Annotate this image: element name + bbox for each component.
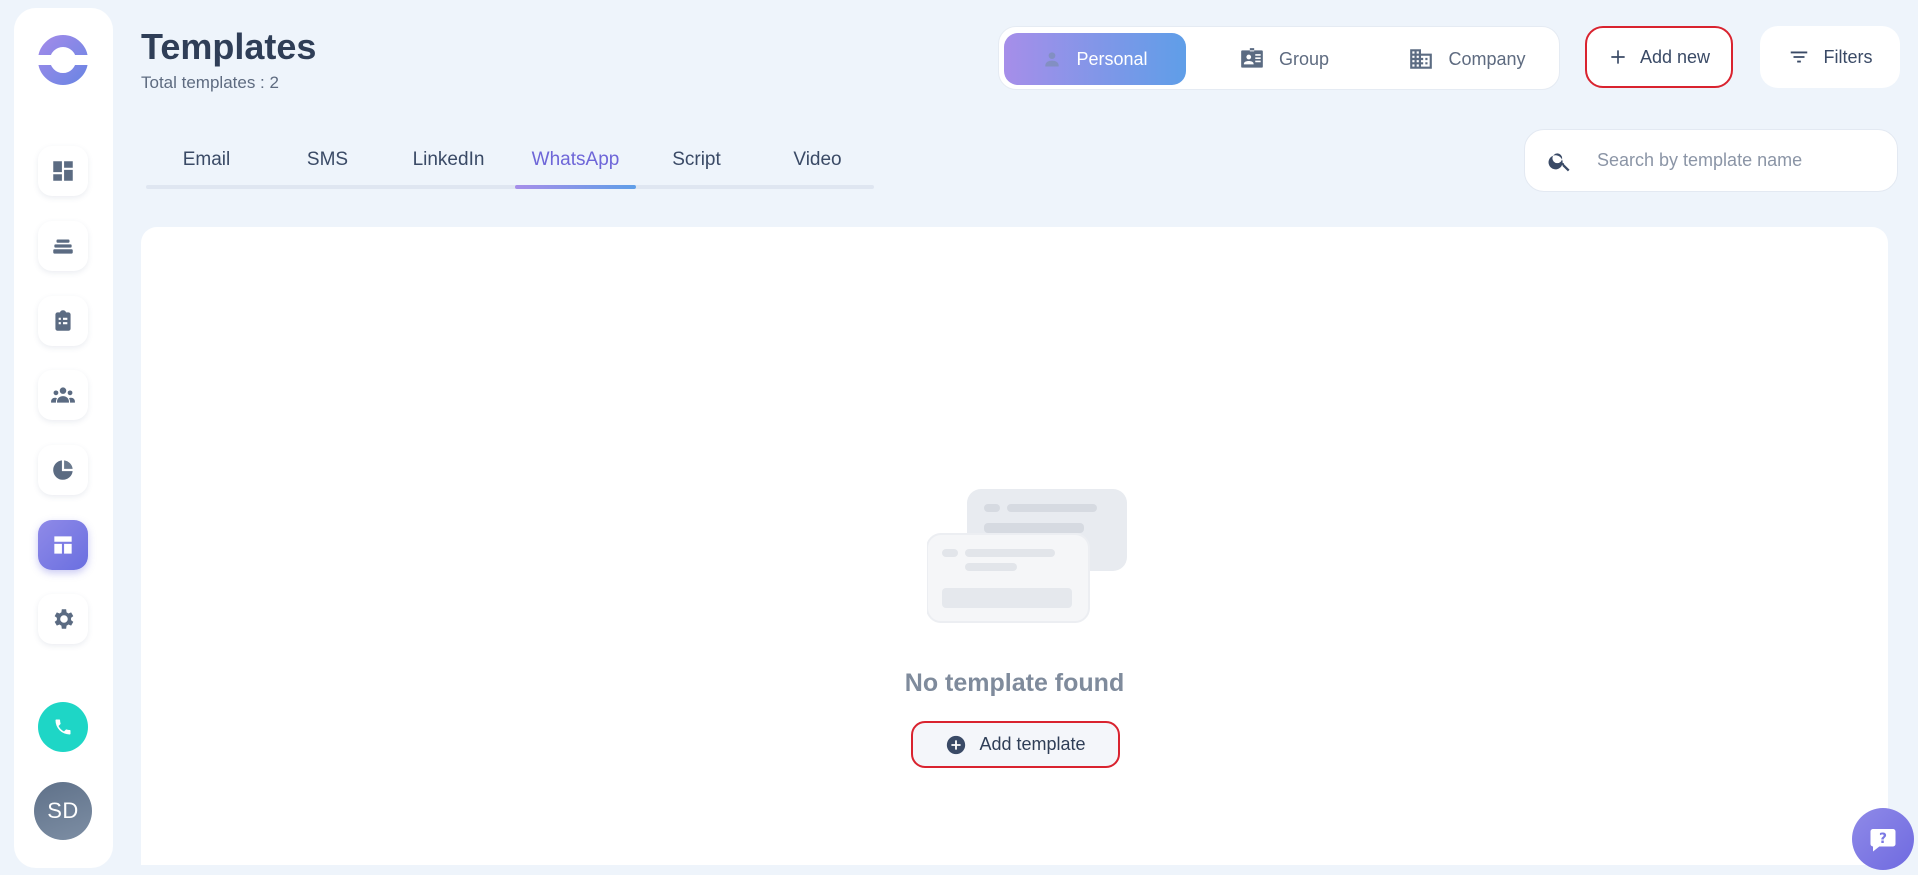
layers-icon — [53, 239, 73, 254]
plus-icon — [1611, 50, 1625, 64]
sidebar-item-tasks[interactable] — [38, 296, 88, 346]
sidebar-item-settings[interactable] — [38, 594, 88, 644]
scope-group-label: Group — [1278, 48, 1330, 69]
sidebar-item-reports[interactable] — [38, 445, 88, 495]
clipboard-list-icon — [55, 310, 71, 331]
add-new-button[interactable]: Add new — [1585, 26, 1733, 88]
sidebar-item-contacts[interactable] — [38, 370, 88, 420]
gear-icon — [54, 609, 74, 629]
phone-icon — [55, 719, 71, 735]
template-count: Total templates : 2 — [141, 73, 279, 92]
help-chat-icon: ? — [1870, 829, 1896, 852]
plus-circle-icon — [947, 735, 966, 754]
filters-label: Filters — [1823, 46, 1873, 67]
dialer-button[interactable] — [38, 702, 88, 752]
scope-company-label: Company — [1448, 48, 1526, 69]
page-title: Templates — [141, 26, 317, 67]
add-template-button[interactable]: Add template — [911, 721, 1120, 768]
search-icon — [1548, 152, 1570, 171]
tab-script[interactable]: Script — [636, 140, 757, 189]
tab-email[interactable]: Email — [146, 140, 267, 189]
scope-personal-button[interactable]: Personal — [1004, 33, 1186, 85]
sidebar: SD — [14, 8, 113, 868]
user-icon — [1045, 52, 1060, 67]
sidebar-item-dashboard[interactable] — [38, 146, 88, 196]
scope-personal-label: Personal — [1076, 48, 1148, 69]
team-icon — [51, 387, 75, 403]
tab-linkedin[interactable]: LinkedIn — [388, 140, 509, 189]
tab-video[interactable]: Video — [757, 140, 878, 189]
building-icon — [1410, 49, 1433, 69]
template-layout-icon — [54, 536, 72, 554]
tab-whatsapp[interactable]: WhatsApp — [515, 140, 636, 189]
scope-group-button[interactable]: Group — [1204, 33, 1364, 85]
id-card-icon — [1241, 48, 1263, 68]
empty-templates-illustration — [927, 489, 1127, 623]
search-box — [1524, 129, 1898, 192]
app-logo[interactable] — [37, 34, 89, 86]
help-chat-button[interactable]: ? — [1852, 808, 1914, 870]
tab-sms[interactable]: SMS — [267, 140, 388, 189]
search-input[interactable] — [1597, 150, 1887, 171]
scope-company-button[interactable]: Company — [1377, 33, 1557, 85]
empty-state-message: No template found — [904, 669, 1125, 697]
filters-button[interactable]: Filters — [1760, 26, 1900, 88]
pie-chart-icon — [53, 460, 73, 480]
user-avatar[interactable]: SD — [34, 782, 92, 840]
scope-switcher: Personal Group Company — [998, 26, 1560, 90]
dashboard-icon — [53, 161, 73, 181]
sidebar-item-templates[interactable] — [38, 520, 88, 570]
filter-icon — [1790, 51, 1807, 63]
add-template-label: Add template — [979, 734, 1086, 754]
add-new-label: Add new — [1639, 46, 1711, 67]
channel-tabs: Email SMS LinkedIn WhatsApp Script Video — [146, 140, 874, 190]
sidebar-item-sequences[interactable] — [38, 221, 88, 271]
templates-panel: No template found Add template — [141, 227, 1888, 865]
svg-text:?: ? — [1879, 831, 1887, 847]
